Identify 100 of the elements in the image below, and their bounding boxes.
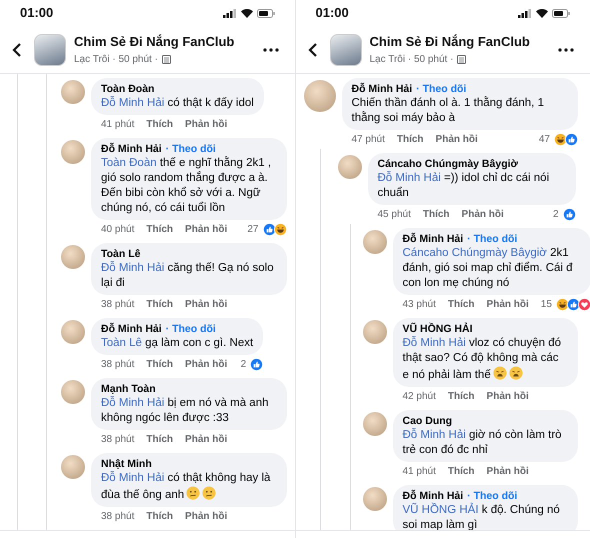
like-link[interactable]: Thích: [448, 389, 475, 404]
avatar[interactable]: [362, 487, 386, 511]
reply-link[interactable]: Phản hồi: [462, 207, 504, 222]
wifi-icon: [240, 8, 252, 18]
mention-link[interactable]: Đỗ Minh Hải: [378, 172, 441, 184]
commenter-name[interactable]: Đỗ Minh Hải: [352, 82, 412, 96]
like-link[interactable]: Thích: [146, 297, 174, 312]
comment-text: Đỗ Minh Hải có thật k đấy idol: [101, 96, 254, 111]
mention-link[interactable]: Đỗ Minh Hải: [101, 97, 164, 109]
comment-time: 45 phút: [378, 208, 411, 222]
group-avatar[interactable]: [330, 34, 362, 66]
like-link[interactable]: Thích: [146, 222, 174, 237]
mention-link[interactable]: Cáncaho Chúngmày Bâygiờ: [402, 247, 547, 259]
battery-icon: [552, 8, 570, 18]
mention-link[interactable]: VŨ HỒNG HẢI: [402, 504, 479, 516]
mention-link[interactable]: Toàn Đoàn: [101, 157, 157, 169]
reply-link[interactable]: Phản hồi: [185, 117, 228, 132]
comment-time: 40 phút: [101, 223, 134, 237]
more-icon[interactable]: [558, 48, 574, 52]
group-privacy-icon: [162, 54, 171, 64]
like-link[interactable]: Thích: [146, 509, 174, 524]
reaction-count: 15: [540, 298, 552, 312]
commenter-name[interactable]: Đỗ Minh Hải: [402, 489, 464, 503]
commenter-name[interactable]: Nhật Minh: [101, 457, 152, 471]
comment-time: 43 phút: [402, 298, 436, 312]
comment-time: 38 phút: [101, 510, 134, 524]
commenter-name[interactable]: Đỗ Minh Hải: [101, 142, 162, 156]
commenter-name[interactable]: Đỗ Minh Hải: [101, 322, 162, 336]
group-name[interactable]: Chim Sẻ Đi Nắng FanClub: [74, 32, 254, 52]
comment-text: Cáncaho Chúngmày Bâygiờ 2k1 đánh, gió soi map chỉ điểm. Cái đ con lon mẹ chúng nó: [402, 246, 574, 291]
reply-link[interactable]: Phản hồi: [185, 509, 228, 524]
like-link[interactable]: Thích: [448, 297, 475, 312]
reply-link[interactable]: Phản hồi: [436, 132, 478, 147]
commenter-name[interactable]: Toàn Lê: [101, 247, 140, 261]
avatar[interactable]: [304, 80, 336, 112]
comment-time: 38 phút: [101, 298, 134, 312]
commenter-name[interactable]: Mạnh Toàn: [101, 382, 156, 396]
reaction-count: 2: [552, 208, 558, 222]
comment-text: Đỗ Minh Hải giờ nó còn làm trò trẻ con đó đc nhỉ: [402, 428, 563, 458]
mention-link[interactable]: Toàn Lê: [101, 337, 142, 349]
avatar[interactable]: [61, 320, 85, 344]
comment-time: 38 phút: [101, 433, 134, 447]
avatar[interactable]: [61, 245, 85, 269]
avatar[interactable]: [61, 80, 85, 104]
avatar[interactable]: [61, 140, 85, 164]
reply-link[interactable]: Phản hồi: [486, 464, 529, 479]
follow-link[interactable]: · Theo dõi: [166, 142, 216, 156]
comment-time: 41 phút: [402, 465, 436, 479]
more-icon[interactable]: [262, 48, 278, 52]
comment-text: Đỗ Minh Hải bị em nó và mà anh không ngóc lên được :33: [101, 396, 270, 426]
comment-time: 42 phút: [402, 390, 436, 404]
reply-link[interactable]: Phản hồi: [185, 297, 228, 312]
status-time: 01:00: [20, 4, 54, 22]
avatar[interactable]: [362, 230, 386, 254]
reply-link[interactable]: Phản hồi: [486, 297, 529, 312]
commenter-name[interactable]: Cáncaho Chúngmày Bâygiờ: [378, 157, 518, 171]
mention-link[interactable]: Đỗ Minh Hải: [101, 262, 164, 274]
like-link[interactable]: Thích: [146, 432, 174, 447]
like-link[interactable]: Thích: [146, 357, 174, 372]
follow-link[interactable]: · Theo dõi: [166, 322, 216, 336]
avatar[interactable]: [338, 155, 362, 179]
reply-link[interactable]: Phản hồi: [185, 222, 228, 237]
mention-link[interactable]: Đỗ Minh Hải: [101, 472, 164, 484]
battery-icon: [256, 8, 274, 18]
reaction-count: 27: [247, 223, 258, 237]
avatar[interactable]: [61, 455, 85, 479]
group-avatar[interactable]: [34, 34, 66, 66]
back-icon[interactable]: [12, 42, 22, 58]
comment-time: 47 phút: [352, 133, 385, 147]
comment-text: Đỗ Minh Hải =)) idol chỉ dc cái nói chuẩn: [378, 171, 550, 201]
commenter-name[interactable]: Cao Dung: [402, 414, 452, 428]
avatar[interactable]: [362, 320, 386, 344]
mention-link[interactable]: Đỗ Minh Hải: [101, 397, 164, 409]
post-meta: Lạc Trôi · 50 phút ·: [370, 52, 454, 67]
group-name[interactable]: Chim Sẻ Đi Nắng FanClub: [370, 32, 550, 52]
signal-icon: [222, 8, 236, 18]
comment-text: Toàn Lê gạ làm con c gì. Next: [101, 336, 254, 351]
back-icon[interactable]: [308, 42, 318, 58]
reply-link[interactable]: Phản hồi: [486, 389, 529, 404]
follow-link[interactable]: · Theo dõi: [467, 232, 518, 246]
comment-text: Chiến thần đánh ol à. 1 thằng đánh, 1 thằng soi máy bảo à: [352, 96, 545, 126]
wifi-icon: [536, 8, 548, 18]
group-privacy-icon: [457, 54, 466, 64]
follow-link[interactable]: · Theo dõi: [416, 82, 466, 96]
follow-link[interactable]: · Theo dõi: [467, 489, 518, 503]
commenter-name[interactable]: Toàn Đoàn: [101, 82, 154, 96]
commenter-name[interactable]: VŨ HỒNG HẢI: [402, 322, 473, 336]
like-link[interactable]: Thích: [448, 464, 475, 479]
signal-icon: [518, 8, 532, 18]
like-link[interactable]: Thích: [422, 207, 450, 222]
avatar[interactable]: [362, 412, 386, 436]
reply-link[interactable]: Phản hồi: [185, 432, 228, 447]
like-link[interactable]: Thích: [396, 132, 424, 147]
commenter-name[interactable]: Đỗ Minh Hải: [402, 232, 464, 246]
mention-link[interactable]: Đỗ Minh Hải: [402, 429, 466, 441]
avatar[interactable]: [61, 380, 85, 404]
mention-link[interactable]: Đỗ Minh Hải: [402, 337, 466, 349]
reply-link[interactable]: Phản hồi: [185, 357, 228, 372]
like-link[interactable]: Thích: [146, 117, 174, 132]
comment-time: 41 phút: [101, 118, 134, 132]
